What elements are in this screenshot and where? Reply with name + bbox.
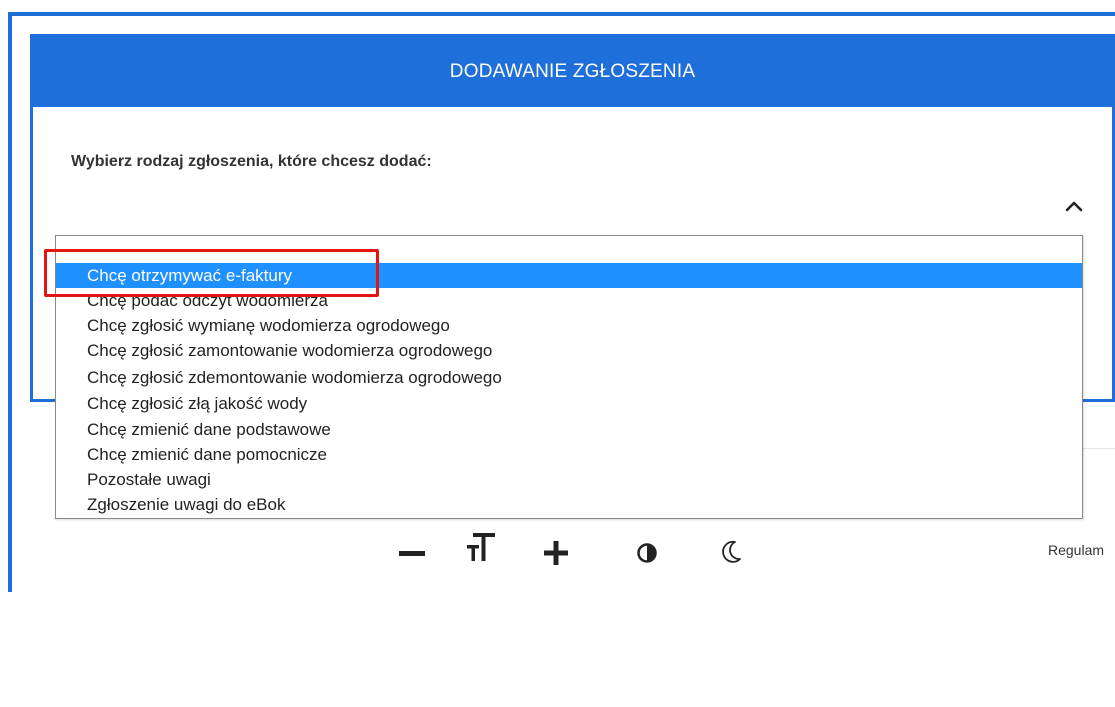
dropdown-option[interactable]: Chcę zgłosić zdemontowanie wodomierza og… [56, 365, 1082, 390]
regulamin-link[interactable]: Regulam [1048, 542, 1104, 558]
dropdown-option[interactable]: Pozostałe uwagi [56, 467, 1082, 492]
contrast-icon[interactable] [636, 542, 658, 564]
dropdown-option[interactable]: Chcę zgłosić złą jakość wody [56, 391, 1082, 416]
dropdown-option[interactable]: Chcę zmienić dane podstawowe [56, 417, 1082, 442]
plus-icon[interactable] [544, 540, 570, 566]
dialog-title: DODAWANIE ZGŁOSZENIA [449, 61, 696, 82]
dropdown-option[interactable]: Chcę zmienić dane pomocnicze [56, 442, 1082, 467]
dialog-header: DODAWANIE ZGŁOSZENIA [33, 37, 1112, 107]
dropdown-option[interactable]: Zgłoszenie uwagi do eBok [56, 492, 1082, 517]
dropdown-option[interactable]: Chcę zgłosić zamontowanie wodomierza ogr… [56, 338, 1082, 363]
dropdown-option[interactable]: Chcę zgłosić wymianę wodomierza ogrodowe… [56, 313, 1082, 338]
highlight-box [44, 249, 379, 297]
dialog-prompt: Wybierz rodzaj zgłoszenia, które chcesz … [71, 153, 432, 170]
moon-icon[interactable] [718, 539, 744, 565]
chevron-up-icon[interactable] [1063, 195, 1085, 217]
text-size-icon[interactable] [464, 529, 500, 565]
minus-icon[interactable] [398, 538, 428, 568]
